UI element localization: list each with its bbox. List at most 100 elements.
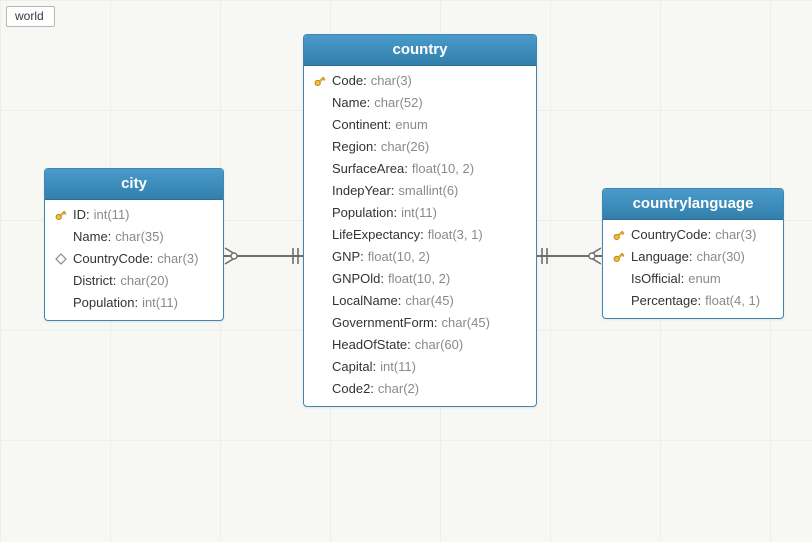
column-type: float(10, 2) [388, 270, 450, 288]
column-type: char(30) [696, 248, 744, 266]
erd-canvas[interactable]: { "tab_label": "world", "colors": { "hea… [0, 0, 812, 542]
column-type: int(11) [401, 204, 437, 222]
blank-icon [312, 95, 328, 111]
blank-icon [312, 315, 328, 331]
column-name: Capital: [332, 358, 376, 376]
column-type: int(11) [142, 294, 178, 312]
column-row[interactable]: Population:int(11) [45, 292, 223, 314]
column-type: float(4, 1) [705, 292, 760, 310]
column-row[interactable]: LocalName:char(45) [304, 290, 536, 312]
key-icon [611, 249, 627, 265]
column-row[interactable]: Population:int(11) [304, 202, 536, 224]
key-icon [611, 227, 627, 243]
column-row[interactable]: IndepYear:smallint(6) [304, 180, 536, 202]
column-row[interactable]: Name:char(35) [45, 226, 223, 248]
column-row[interactable]: GovernmentForm:char(45) [304, 312, 536, 334]
column-row[interactable]: LifeExpectancy:float(3, 1) [304, 224, 536, 246]
entity-countrylanguage[interactable]: countrylanguage CountryCode:char(3)Langu… [602, 188, 784, 319]
column-row[interactable]: CountryCode:char(3) [45, 248, 223, 270]
column-name: SurfaceArea: [332, 160, 408, 178]
column-row[interactable]: Capital:int(11) [304, 356, 536, 378]
key-icon [312, 73, 328, 89]
column-name: HeadOfState: [332, 336, 411, 354]
schema-tab[interactable]: world [6, 6, 55, 27]
blank-icon [312, 337, 328, 353]
blank-icon [312, 293, 328, 309]
column-type: char(20) [120, 272, 168, 290]
column-name: CountryCode: [631, 226, 711, 244]
crowfoot-icon [588, 247, 602, 265]
blank-icon [312, 381, 328, 397]
column-type: char(45) [405, 292, 453, 310]
column-type: char(60) [415, 336, 463, 354]
column-row[interactable]: Language:char(30) [603, 246, 783, 268]
key-icon [53, 207, 69, 223]
column-name: Percentage: [631, 292, 701, 310]
column-row[interactable]: District:char(20) [45, 270, 223, 292]
column-type: enum [395, 116, 428, 134]
column-name: Region: [332, 138, 377, 156]
blank-icon [312, 117, 328, 133]
column-row[interactable]: Name:char(52) [304, 92, 536, 114]
column-row[interactable]: SurfaceArea:float(10, 2) [304, 158, 536, 180]
column-type: char(35) [115, 228, 163, 246]
column-row[interactable]: Code2:char(2) [304, 378, 536, 400]
column-row[interactable]: ID:int(11) [45, 204, 223, 226]
blank-icon [611, 271, 627, 287]
schema-tab-label: world [15, 9, 44, 23]
column-row[interactable]: IsOfficial:enum [603, 268, 783, 290]
column-name: Name: [332, 94, 370, 112]
one-bar-icon [289, 247, 303, 265]
column-type: char(26) [381, 138, 429, 156]
blank-icon [53, 295, 69, 311]
column-type: char(3) [157, 250, 198, 268]
entity-countrylanguage-header[interactable]: countrylanguage [603, 189, 783, 220]
blank-icon [312, 161, 328, 177]
column-row[interactable]: GNPOld:float(10, 2) [304, 268, 536, 290]
column-type: float(10, 2) [368, 248, 430, 266]
entity-city[interactable]: city ID:int(11)Name:char(35)CountryCode:… [44, 168, 224, 321]
column-type: char(2) [378, 380, 419, 398]
column-row[interactable]: GNP:float(10, 2) [304, 246, 536, 268]
entity-city-header[interactable]: city [45, 169, 223, 200]
blank-icon [312, 359, 328, 375]
column-type: char(3) [715, 226, 756, 244]
blank-icon [53, 229, 69, 245]
column-type: char(52) [374, 94, 422, 112]
entity-countrylanguage-columns: CountryCode:char(3)Language:char(30)IsOf… [603, 220, 783, 318]
column-row[interactable]: Code:char(3) [304, 70, 536, 92]
entity-country-title: country [392, 41, 447, 58]
column-name: Continent: [332, 116, 391, 134]
blank-icon [312, 271, 328, 287]
entity-country-header[interactable]: country [304, 35, 536, 66]
entity-country-columns: Code:char(3)Name:char(52)Continent:enumR… [304, 66, 536, 406]
blank-icon [53, 273, 69, 289]
column-type: int(11) [94, 206, 130, 224]
column-row[interactable]: Continent:enum [304, 114, 536, 136]
column-name: GNPOld: [332, 270, 384, 288]
one-bar-icon [537, 247, 551, 265]
column-type: smallint(6) [398, 182, 458, 200]
entity-city-columns: ID:int(11)Name:char(35)CountryCode:char(… [45, 200, 223, 320]
column-name: Population: [73, 294, 138, 312]
column-name: LocalName: [332, 292, 401, 310]
column-name: GovernmentForm: [332, 314, 437, 332]
entity-country[interactable]: country Code:char(3)Name:char(52)Contine… [303, 34, 537, 407]
column-name: Language: [631, 248, 692, 266]
column-type: float(10, 2) [412, 160, 474, 178]
blank-icon [312, 183, 328, 199]
column-row[interactable]: CountryCode:char(3) [603, 224, 783, 246]
column-name: Population: [332, 204, 397, 222]
column-name: CountryCode: [73, 250, 153, 268]
column-type: float(3, 1) [428, 226, 483, 244]
column-name: LifeExpectancy: [332, 226, 424, 244]
column-name: Code: [332, 72, 367, 90]
blank-icon [312, 205, 328, 221]
column-row[interactable]: Percentage:float(4, 1) [603, 290, 783, 312]
column-type: int(11) [380, 358, 416, 376]
column-name: District: [73, 272, 116, 290]
column-type: enum [688, 270, 721, 288]
column-row[interactable]: Region:char(26) [304, 136, 536, 158]
column-row[interactable]: HeadOfState:char(60) [304, 334, 536, 356]
blank-icon [611, 293, 627, 309]
